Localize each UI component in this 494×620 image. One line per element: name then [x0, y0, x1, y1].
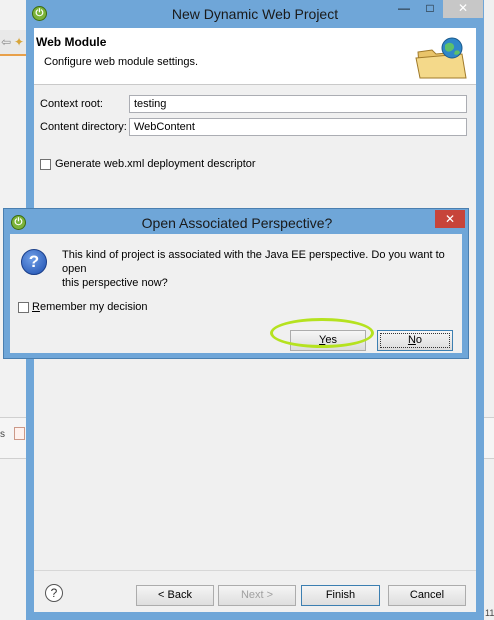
- toolbar-star-icon[interactable]: ✦: [14, 35, 24, 49]
- yes-text: es: [325, 334, 337, 346]
- mnemonic-r: R: [32, 301, 40, 313]
- next-button[interactable]: Next >: [218, 585, 296, 606]
- content-directory-field[interactable]: WebContent: [129, 118, 467, 136]
- context-root-field[interactable]: testing: [129, 95, 467, 113]
- window-titlebar[interactable]: ⏻ New Dynamic Web Project — □ ✕: [26, 0, 484, 28]
- dialog-title: Open Associated Perspective?: [141, 215, 333, 231]
- maximize-button[interactable]: □: [417, 0, 443, 18]
- dialog-body: ? This kind of project is associated wit…: [10, 234, 462, 353]
- no-button[interactable]: No: [377, 330, 453, 351]
- finish-button[interactable]: Finish: [301, 585, 380, 606]
- generate-xml-checkbox[interactable]: [40, 159, 51, 170]
- context-root-label: Context root:: [40, 98, 103, 110]
- back-button[interactable]: < Back: [136, 585, 214, 606]
- page-description: Configure web module settings.: [44, 56, 199, 68]
- workbench-line-number: 11: [485, 608, 494, 618]
- question-icon: ?: [21, 249, 47, 275]
- yes-button[interactable]: Yes: [290, 330, 366, 351]
- mnemonic-n: N: [407, 334, 416, 346]
- back-arrow-icon[interactable]: ⇦: [1, 35, 11, 49]
- no-text: o: [415, 334, 423, 346]
- wizard-header: Web Module Configure web module settings…: [34, 28, 476, 85]
- close-button[interactable]: ✕: [443, 0, 483, 18]
- workbench-right-edge: 11: [484, 0, 494, 620]
- remember-decision-label: Remember my decision: [32, 301, 148, 313]
- dialog-close-button[interactable]: ✕: [435, 210, 465, 228]
- workbench-accent-line: [0, 54, 26, 56]
- dialog-message-line: this perspective now?: [62, 277, 168, 289]
- folder-globe-icon: [415, 37, 467, 79]
- minimize-button[interactable]: —: [391, 0, 417, 18]
- open-perspective-dialog: ⏻ Open Associated Perspective? ✕ ? This …: [3, 208, 469, 359]
- dialog-message: This kind of project is associated with …: [62, 248, 454, 290]
- button-bar-separator: [34, 570, 476, 571]
- help-icon[interactable]: ?: [45, 584, 63, 602]
- generate-xml-label: Generate web.xml deployment descriptor: [55, 158, 256, 170]
- page-title: Web Module: [36, 35, 107, 49]
- workbench-tab-icon: [14, 427, 25, 440]
- workbench-tab-text: s: [0, 429, 5, 440]
- cancel-button[interactable]: Cancel: [388, 585, 466, 606]
- dialog-message-line: This kind of project is associated with …: [62, 249, 445, 275]
- content-directory-label: Content directory:: [40, 121, 127, 133]
- remember-decision-text: emember my decision: [39, 301, 148, 313]
- workbench-tab-row-right: [484, 417, 494, 459]
- remember-decision-checkbox[interactable]: [18, 302, 29, 313]
